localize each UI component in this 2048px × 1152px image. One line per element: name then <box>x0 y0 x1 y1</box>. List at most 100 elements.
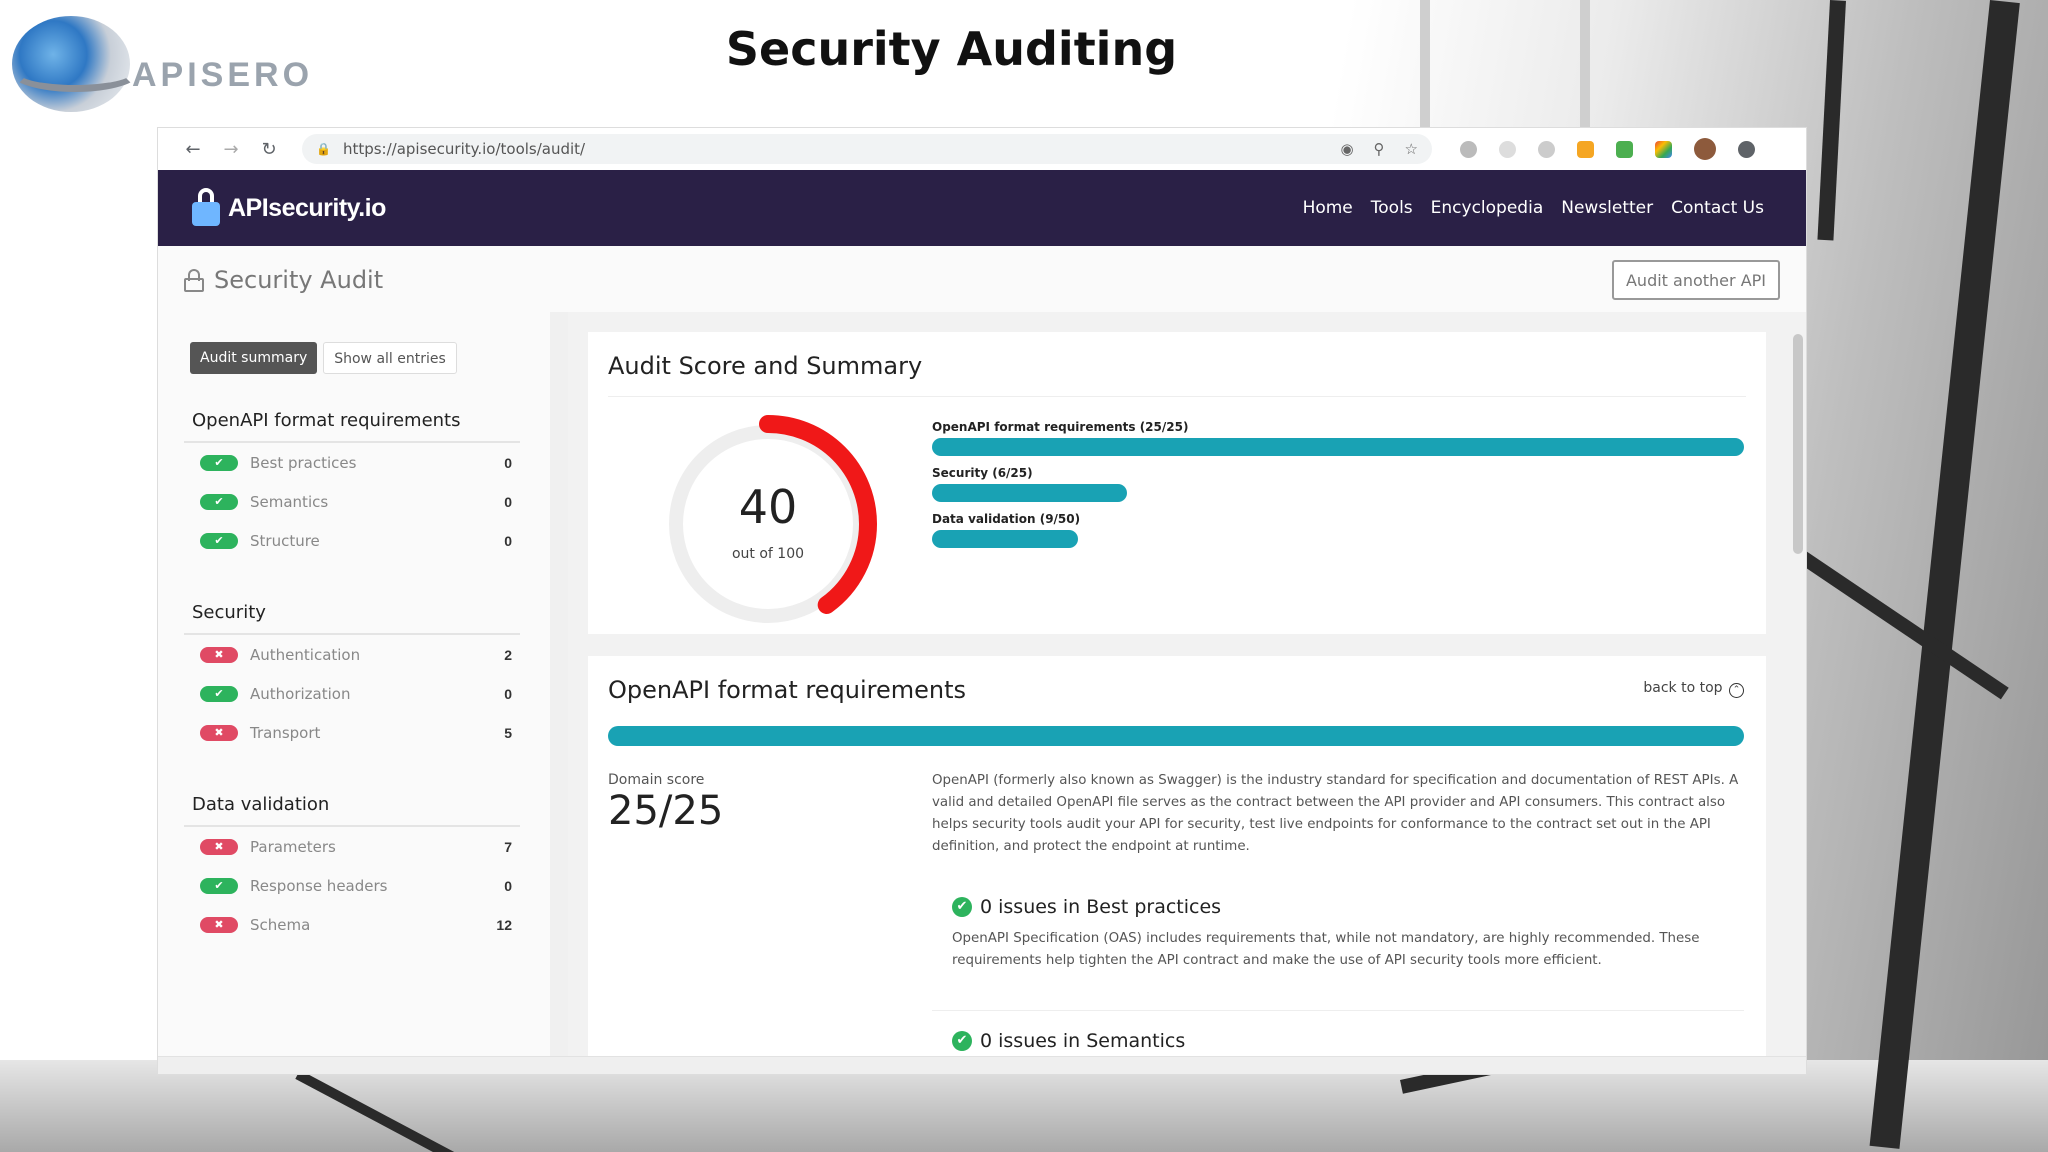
bar-fill <box>932 438 1744 456</box>
audit-another-api-button[interactable]: Audit another API <box>1611 260 1780 300</box>
nav-contact-us[interactable]: Contact Us <box>1671 198 1764 218</box>
issue-heading-best-practices: ✔ 0 issues in Best practices <box>952 896 1221 918</box>
card-title: Audit Score and Summary <box>608 352 923 380</box>
browser-window: ← → ↻ 🔒 https://apisecurity.io/tools/aud… <box>158 128 1806 1074</box>
item-count: 0 <box>504 685 512 702</box>
section-title: Security <box>184 602 520 635</box>
slide-title: Security Auditing <box>0 22 2048 76</box>
issue-title: 0 issues in Semantics <box>980 1030 1186 1052</box>
page-title-text: Security Audit <box>214 266 384 294</box>
issue-title: 0 issues in Best practices <box>980 896 1222 918</box>
sidebar-section-security: Security ✖ Authentication 2 ✔ Authorizat… <box>184 602 520 752</box>
page-title: Security Audit <box>184 266 383 294</box>
domain-score-value: 25/25 <box>608 788 724 834</box>
check-icon: ✔ <box>200 685 238 702</box>
issue-heading-semantics: ✔ 0 issues in Semantics <box>952 1030 1185 1052</box>
nav-newsletter[interactable]: Newsletter <box>1561 198 1653 218</box>
url-text: https://apisecurity.io/tools/audit/ <box>342 140 586 158</box>
address-bar[interactable]: 🔒 https://apisecurity.io/tools/audit/ ◉ … <box>302 134 1432 164</box>
sidebar-item-parameters[interactable]: ✖ Parameters 7 <box>184 827 520 866</box>
tab-show-all-entries[interactable]: Show all entries <box>323 342 457 374</box>
brand-text: APIsecurity.io <box>228 193 386 222</box>
item-count: 5 <box>504 724 512 741</box>
item-count: 0 <box>504 493 512 510</box>
item-count: 2 <box>504 646 512 663</box>
site-brand[interactable]: APIsecurity.io <box>192 188 386 228</box>
sidebar-item-authentication[interactable]: ✖ Authentication 2 <box>184 635 520 674</box>
nav-home[interactable]: Home <box>1303 198 1353 218</box>
section-title: OpenAPI format requirements <box>184 410 520 443</box>
check-circle-icon: ✔ <box>952 1031 972 1051</box>
bar-data-validation <box>932 530 1744 548</box>
bookmark-star-icon[interactable]: ☆ <box>1405 140 1418 158</box>
check-icon: ✔ <box>200 454 238 471</box>
sidebar-section-data-validation: Data validation ✖ Parameters 7 ✔ Respons… <box>184 794 520 944</box>
profile-avatar[interactable] <box>1694 138 1716 160</box>
item-label: Structure <box>250 531 320 550</box>
bar-openapi <box>932 438 1744 456</box>
check-icon: ✔ <box>200 493 238 510</box>
item-label: Response headers <box>250 876 388 895</box>
nav-encyclopedia[interactable]: Encyclopedia <box>1431 198 1544 218</box>
item-count: 0 <box>504 454 512 471</box>
sidebar-item-schema[interactable]: ✖ Schema 12 <box>184 905 520 944</box>
item-label: Transport <box>250 723 321 742</box>
back-to-top-link[interactable]: back to top ⌃ <box>1643 680 1744 698</box>
domain-score-label: Domain score <box>608 772 705 788</box>
sidebar-scrollbar[interactable] <box>550 312 568 1074</box>
bar-label-data-validation: Data validation (9/50) <box>932 512 1081 526</box>
item-label: Parameters <box>250 837 336 856</box>
nav-links: Home Tools Encyclopedia Newsletter Conta… <box>1303 198 1764 218</box>
sidebar-item-transport[interactable]: ✖ Transport 5 <box>184 713 520 752</box>
translate-icon[interactable]: ◉ <box>1340 140 1353 158</box>
main-content: Audit Score and Summary 40 out of 100 Op… <box>568 312 1788 1074</box>
padlock-icon <box>184 269 204 292</box>
horizontal-scrollbar[interactable] <box>158 1056 1806 1074</box>
zoom-icon[interactable]: ⚲ <box>1374 140 1385 158</box>
extensions-bar <box>1460 138 1755 160</box>
sidebar-item-best-practices[interactable]: ✔ Best practices 0 <box>184 443 520 482</box>
tab-audit-summary[interactable]: Audit summary <box>190 342 318 374</box>
bar-fill <box>932 530 1079 548</box>
site-navbar: APIsecurity.io Home Tools Encyclopedia N… <box>158 170 1806 246</box>
item-count: 12 <box>496 916 512 933</box>
card-title: OpenAPI format requirements <box>608 676 966 704</box>
back-to-top-label: back to top <box>1643 680 1723 696</box>
extension-icon[interactable] <box>1616 140 1633 158</box>
sidebar-item-response-headers[interactable]: ✔ Response headers 0 <box>184 866 520 905</box>
extension-icon[interactable] <box>1460 140 1477 158</box>
item-label: Schema <box>250 915 311 934</box>
item-label: Authorization <box>250 684 351 703</box>
sidebar-item-authorization[interactable]: ✔ Authorization 0 <box>184 674 520 713</box>
section-title: Data validation <box>184 794 520 827</box>
lock-icon: 🔒 <box>316 142 331 156</box>
sidebar-item-structure[interactable]: ✔ Structure 0 <box>184 521 520 560</box>
reload-icon[interactable]: ↻ <box>250 139 288 160</box>
item-count: 0 <box>504 877 512 894</box>
menu-icon[interactable] <box>1738 140 1755 158</box>
bar-security <box>932 484 1744 502</box>
chevron-up-circle-icon: ⌃ <box>1729 683 1744 698</box>
audit-score-card: Audit Score and Summary 40 out of 100 Op… <box>588 332 1766 634</box>
cross-icon: ✖ <box>200 838 238 855</box>
extension-icon[interactable] <box>1655 140 1672 158</box>
bar-label-openapi: OpenAPI format requirements (25/25) <box>932 420 1189 434</box>
sidebar-item-semantics[interactable]: ✔ Semantics 0 <box>184 482 520 521</box>
slide-title-text: Security Auditing <box>725 22 1178 76</box>
extension-icon[interactable] <box>1538 140 1555 158</box>
item-label: Authentication <box>250 645 361 664</box>
back-arrow-icon[interactable]: ← <box>174 139 212 160</box>
format-description: OpenAPI (formerly also known as Swagger)… <box>932 773 1739 854</box>
main-scrollbar[interactable] <box>1788 312 1806 1074</box>
score-caption: out of 100 <box>731 546 805 562</box>
check-icon: ✔ <box>200 877 238 894</box>
forward-arrow-icon[interactable]: → <box>212 139 250 160</box>
check-circle-icon: ✔ <box>952 897 972 917</box>
score-value: 40 <box>738 480 798 534</box>
check-icon: ✔ <box>200 532 238 549</box>
extension-icon[interactable] <box>1577 140 1594 158</box>
extension-icon[interactable] <box>1499 140 1516 158</box>
nav-tools[interactable]: Tools <box>1371 198 1413 218</box>
cross-icon: ✖ <box>200 724 238 741</box>
scrollbar-thumb[interactable] <box>1793 334 1803 554</box>
